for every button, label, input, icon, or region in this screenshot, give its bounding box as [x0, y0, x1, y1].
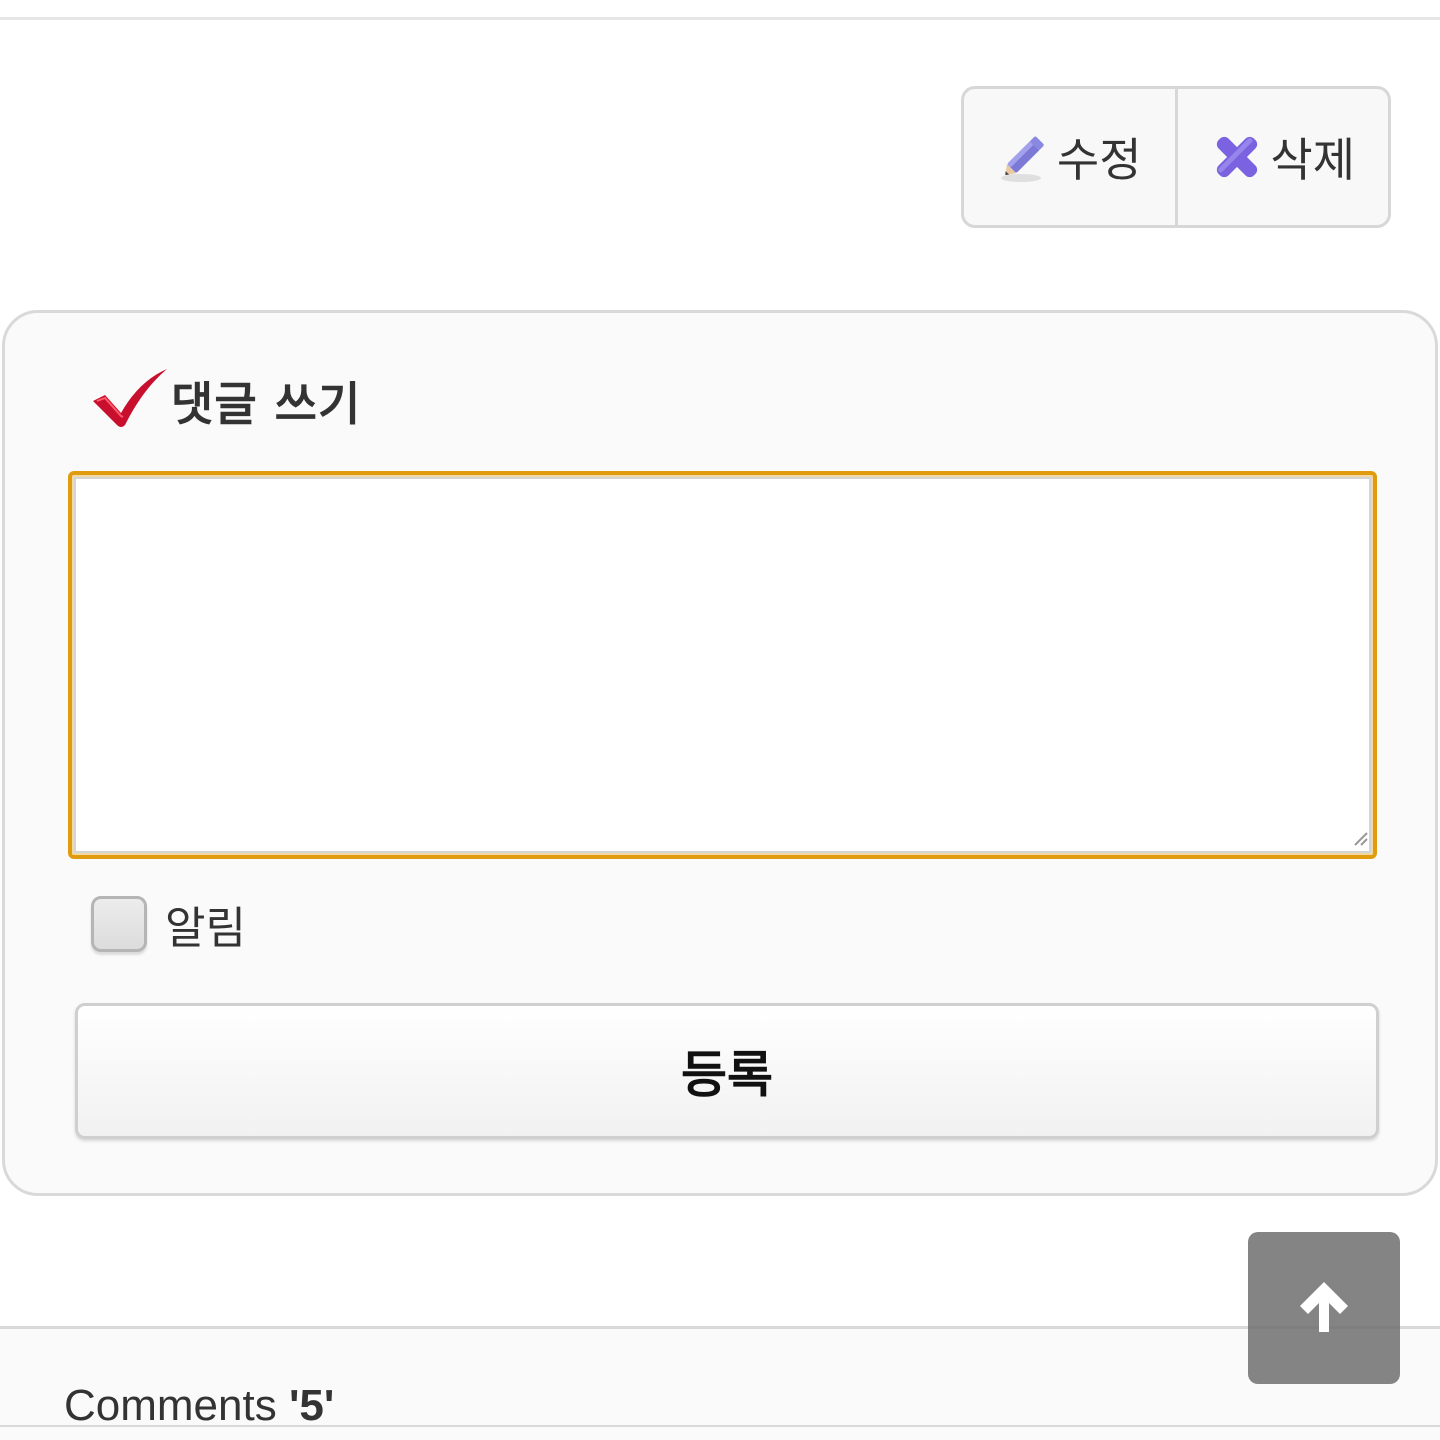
notify-label: 알림 [165, 903, 246, 954]
post-actions: 수정 삭제 [961, 86, 1391, 228]
red-checkmark-icon [91, 367, 169, 435]
pencil-icon [997, 130, 1051, 184]
notify-checkbox[interactable] [91, 896, 147, 952]
edit-button[interactable]: 수정 [964, 89, 1175, 225]
comment-write-heading: 댓글 쓰기 [91, 369, 361, 433]
comment-write-box: 댓글 쓰기 알림 등록 [2, 310, 1438, 1196]
delete-label: 삭제 [1270, 133, 1356, 187]
edit-label: 수정 [1056, 133, 1142, 187]
comment-write-title: 댓글 쓰기 [171, 377, 362, 431]
scroll-to-top-button[interactable] [1248, 1232, 1400, 1384]
notify-option: 알림 [91, 893, 246, 955]
arrow-up-icon [1296, 1278, 1352, 1338]
x-cross-icon [1210, 130, 1264, 184]
submit-comment-button[interactable]: 등록 [75, 1003, 1379, 1139]
comments-divider [0, 1425, 1440, 1427]
comment-textarea-field[interactable] [74, 477, 1371, 853]
delete-button[interactable]: 삭제 [1174, 89, 1389, 225]
comments-title: Comments '5' [64, 1381, 334, 1431]
comments-section-header: Comments '5' [0, 1326, 1440, 1440]
resize-grip-icon[interactable] [1351, 829, 1369, 851]
comments-label: Comments [64, 1381, 277, 1430]
comments-count: '5' [288, 1381, 335, 1430]
comment-textarea[interactable] [68, 471, 1377, 859]
top-divider [0, 17, 1440, 20]
page: 수정 삭제 댓글 쓰기 알림 등록 Comments '5' [0, 0, 1440, 1440]
